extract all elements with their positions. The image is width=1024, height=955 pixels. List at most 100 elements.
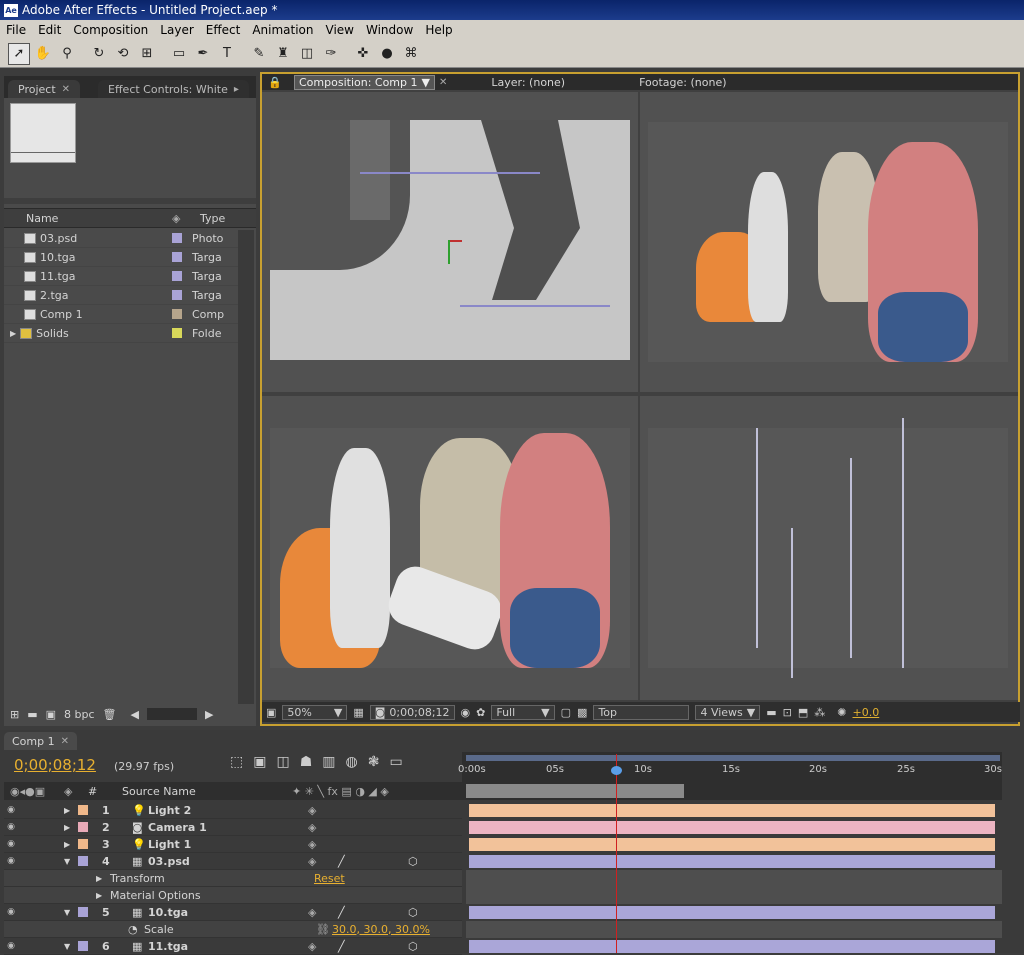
- exposure-value[interactable]: +0.0: [853, 706, 880, 719]
- type-column-header[interactable]: Type: [194, 212, 225, 225]
- layer-row[interactable]: ◉ ▼ 6 ▦ 11.tga ◈ ╱ ⬡: [4, 938, 462, 955]
- visibility-eye-icon[interactable]: ◉: [4, 839, 18, 849]
- fast-preview-icon[interactable]: ⊡: [783, 706, 792, 719]
- shy-switch-icon[interactable]: ◈: [308, 855, 338, 868]
- label-color-swatch[interactable]: [78, 941, 88, 951]
- visibility-eye-icon[interactable]: ◉: [4, 941, 18, 951]
- layer-name[interactable]: 11.tga: [148, 940, 308, 953]
- 3d-layer-icon[interactable]: ⬡: [408, 906, 418, 919]
- source-name-header[interactable]: Source Name: [122, 785, 292, 798]
- expand-arrow-icon[interactable]: ▶: [96, 891, 110, 900]
- rotate-tool-icon[interactable]: ↻: [88, 43, 110, 65]
- tab-composition[interactable]: Composition: Comp 1 ▼: [294, 74, 435, 90]
- horizontal-scrollbar[interactable]: [146, 708, 197, 720]
- label-color-swatch[interactable]: [172, 271, 182, 281]
- project-item[interactable]: 11.tga Targa: [4, 267, 240, 286]
- local-axis-icon[interactable]: ✜: [352, 43, 374, 65]
- layer-duration-bar[interactable]: [469, 855, 995, 868]
- property-row[interactable]: ▶ Material Options: [4, 887, 462, 904]
- rectangle-mask-icon[interactable]: ▭: [168, 43, 190, 65]
- quality-switch-icon[interactable]: ╱: [338, 906, 378, 919]
- property-track[interactable]: [466, 870, 1002, 887]
- scale-value[interactable]: 30.0, 30.0, 30.0%: [332, 923, 430, 936]
- transparency-grid-icon[interactable]: ▩: [577, 706, 587, 719]
- label-color-swatch[interactable]: [78, 856, 88, 866]
- timecode-display[interactable]: ◙ 0;00;08;12: [369, 704, 455, 720]
- tab-layer[interactable]: Layer: (none): [491, 76, 565, 89]
- layer-number-header[interactable]: #: [88, 785, 122, 798]
- label-color-swatch[interactable]: [172, 328, 182, 338]
- scroll-left-icon[interactable]: ◀: [131, 708, 139, 721]
- tab-footage[interactable]: Footage: (none): [639, 76, 726, 89]
- graph-editor-icon[interactable]: ▭: [389, 754, 402, 770]
- always-preview-icon[interactable]: ▣: [266, 706, 276, 719]
- hide-shy-icon[interactable]: ☗: [300, 754, 313, 770]
- puppet-pin-icon[interactable]: ✑: [320, 43, 342, 65]
- trash-icon[interactable]: 🗑: [103, 708, 117, 721]
- expand-arrow-icon[interactable]: ▶: [64, 823, 78, 832]
- menu-view[interactable]: View: [320, 23, 360, 37]
- channel-icon[interactable]: ✿: [476, 706, 485, 719]
- brush-tool-icon[interactable]: ✎: [248, 43, 270, 65]
- project-item[interactable]: 2.tga Targa: [4, 286, 240, 305]
- close-icon[interactable]: ✕: [439, 77, 447, 88]
- timeline-icon[interactable]: ⬒: [798, 706, 808, 719]
- project-item[interactable]: ▶ Solids Folde: [4, 324, 240, 343]
- view-dropdown[interactable]: Top: [593, 704, 690, 720]
- menu-edit[interactable]: Edit: [32, 23, 67, 37]
- expand-arrow-down-icon[interactable]: ▼: [64, 857, 78, 866]
- project-item[interactable]: 03.psd Photo: [4, 229, 240, 248]
- work-area-range[interactable]: [466, 784, 684, 798]
- zoom-tool-icon[interactable]: ⚲: [56, 43, 78, 65]
- motion-blur-icon[interactable]: ◍: [346, 754, 358, 770]
- menu-effect[interactable]: Effect: [200, 23, 247, 37]
- tab-effect-controls[interactable]: Effect Controls: White ▸: [98, 80, 249, 98]
- link-icon[interactable]: ⛓: [316, 923, 332, 936]
- layer-row[interactable]: ◉ ▼ 4 ▦ 03.psd ◈ ╱ ⬡: [4, 853, 462, 870]
- 3d-layer-icon[interactable]: ⬡: [408, 940, 418, 953]
- tab-project[interactable]: Project ✕: [8, 80, 81, 98]
- shy-switch-icon[interactable]: ◈: [308, 804, 338, 817]
- snapshot-icon[interactable]: ◉: [461, 706, 471, 719]
- layer-name[interactable]: 10.tga: [148, 906, 308, 919]
- hand-tool-icon[interactable]: ✋: [32, 43, 54, 65]
- draft-3d-icon[interactable]: ◫: [276, 754, 289, 770]
- property-track[interactable]: [466, 887, 1002, 904]
- project-item[interactable]: Comp 1 Comp: [4, 305, 240, 324]
- shy-switch-icon[interactable]: ◈: [308, 940, 338, 953]
- scroll-right-icon[interactable]: ▶: [205, 708, 213, 721]
- exposure-icon[interactable]: ✺: [837, 706, 846, 719]
- property-row[interactable]: ◔ Scale ⛓ 30.0, 30.0, 30.0%: [4, 921, 462, 938]
- selection-tool-icon[interactable]: ➚: [8, 42, 30, 65]
- comp-mini-flowchart-icon[interactable]: ⬚: [230, 754, 243, 770]
- label-color-swatch[interactable]: [78, 907, 88, 917]
- tag-column-icon[interactable]: ◈: [172, 212, 194, 225]
- chevron-down-icon[interactable]: ▼: [422, 76, 430, 89]
- layer-duration-bar[interactable]: [469, 838, 995, 851]
- layer-duration-bar[interactable]: [469, 821, 995, 834]
- orbit-camera-icon[interactable]: ⟲: [112, 43, 134, 65]
- visibility-eye-icon[interactable]: ◉: [4, 805, 18, 815]
- shy-switch-icon[interactable]: ◈: [308, 838, 338, 851]
- menu-help[interactable]: Help: [419, 23, 458, 37]
- brainstorm-icon[interactable]: ❃: [368, 754, 380, 770]
- layer-row[interactable]: ◉ ▶ 1 💡 Light 2 ◈: [4, 802, 462, 819]
- menu-composition[interactable]: Composition: [67, 23, 154, 37]
- viewport-right[interactable]: [640, 92, 1018, 392]
- visibility-eye-icon[interactable]: ◉: [4, 856, 18, 866]
- name-column-header[interactable]: Name: [22, 212, 172, 225]
- layer-row[interactable]: ◉ ▶ 2 ◙ Camera 1 ◈: [4, 819, 462, 836]
- label-color-swatch[interactable]: [78, 805, 88, 815]
- reset-link[interactable]: Reset: [314, 872, 345, 885]
- new-comp-icon[interactable]: ▣: [46, 708, 56, 721]
- close-icon[interactable]: ✕: [62, 84, 70, 95]
- close-icon[interactable]: ✕: [61, 736, 69, 747]
- layer-name[interactable]: Camera 1: [148, 821, 308, 834]
- work-area-bar[interactable]: [466, 755, 1000, 761]
- layer-name[interactable]: Light 2: [148, 804, 308, 817]
- clone-stamp-icon[interactable]: ♜: [272, 43, 294, 65]
- pan-behind-icon[interactable]: ⊞: [136, 43, 158, 65]
- label-color-swatch[interactable]: [172, 309, 182, 319]
- project-item[interactable]: 10.tga Targa: [4, 248, 240, 267]
- project-scrollbar[interactable]: [238, 230, 254, 704]
